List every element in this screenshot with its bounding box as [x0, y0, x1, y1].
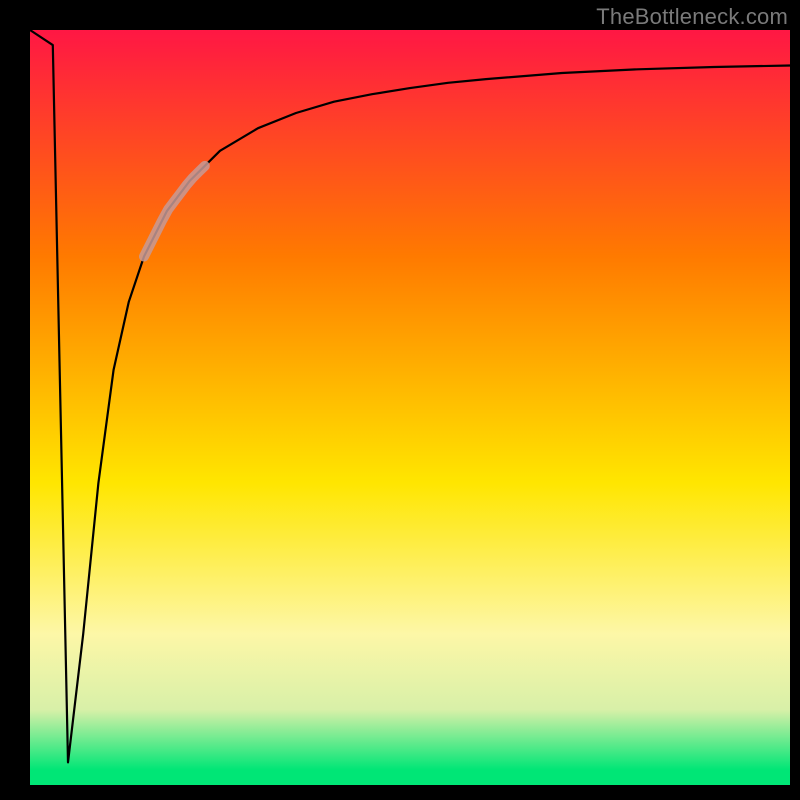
- watermark-label: TheBottleneck.com: [596, 4, 788, 30]
- plot-background: [30, 30, 790, 785]
- chart-frame: TheBottleneck.com: [0, 0, 800, 800]
- bottleneck-chart: [0, 0, 800, 800]
